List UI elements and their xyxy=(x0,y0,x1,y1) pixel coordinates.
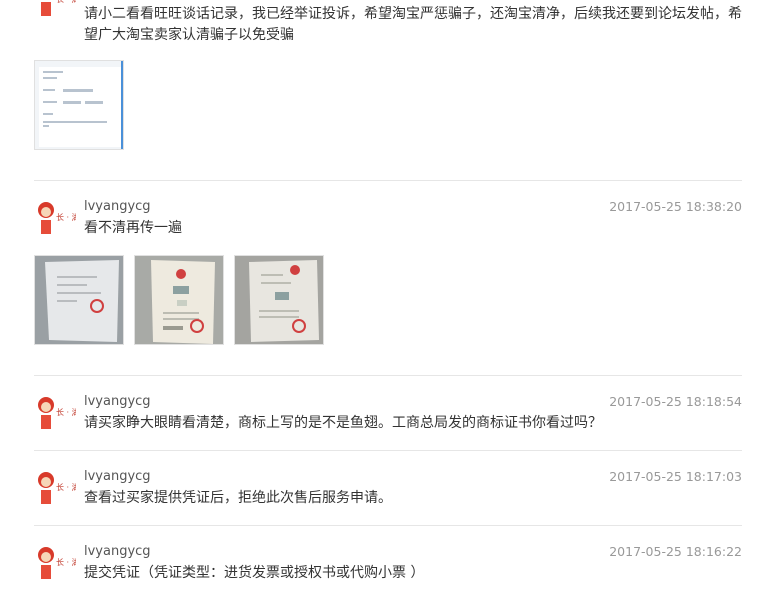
timestamp: 2017-05-25 18:18:54 xyxy=(609,394,742,409)
svg-text:长 · 湖: 长 · 湖 xyxy=(56,482,76,492)
divider xyxy=(34,180,742,181)
message-text: 提交凭证（凭证类型：进货发票或授权书或代购小票 ） xyxy=(84,565,425,581)
history-entry: 长 · 湖 lvyangycg 2017-05-25 18:38:20 看不清再… xyxy=(34,196,742,356)
divider xyxy=(34,375,742,376)
merchant-mascot-avatar-icon[interactable]: 长 · 湖 xyxy=(34,196,76,238)
timestamp: 2017-05-25 18:16:22 xyxy=(609,544,742,559)
username: lvyangycg xyxy=(84,469,151,484)
divider xyxy=(34,450,742,451)
message-text: 查看过买家提供凭证后，拒绝此次售后服务申请。 xyxy=(84,490,392,506)
divider xyxy=(34,525,742,526)
merchant-mascot-avatar-icon[interactable]: 长 · 湖 xyxy=(34,466,76,508)
message-text: 请小二看看旺旺谈话记录，我已经举证投诉，希望淘宝严惩骗子，还淘宝清净，后续我还要… xyxy=(84,6,742,43)
svg-text:长 · 湖: 长 · 湖 xyxy=(56,0,76,4)
message-text: 请买家睁大眼睛看清楚，商标上写的是不是鱼翅。工商总局发的商标证书你看过吗？ xyxy=(84,415,602,431)
history-entry: 长 · 湖 lvyangycg 2017-05-25 18:17:03 查看过买… xyxy=(34,466,742,526)
svg-text:长 · 湖: 长 · 湖 xyxy=(56,212,76,222)
merchant-mascot-avatar-icon[interactable]: 长 · 湖 xyxy=(34,541,76,583)
username: lvyangycg xyxy=(84,544,151,559)
svg-text:长 · 湖: 长 · 湖 xyxy=(56,407,76,417)
svg-text:长 · 湖: 长 · 湖 xyxy=(56,557,76,567)
entry-top: 长 · 湖 请小二看看旺旺谈话记录，我已经举证投诉，希望淘宝严惩骗子，还淘宝清净… xyxy=(34,0,742,160)
attachment-thumbnail[interactable] xyxy=(134,255,224,345)
history-entry: 长 · 湖 lvyangycg 2017-05-25 18:16:22 提交凭证… xyxy=(34,541,742,595)
attachment-thumbnail[interactable] xyxy=(34,255,124,345)
merchant-mascot-avatar-icon[interactable]: 长 · 湖 xyxy=(34,391,76,433)
username: lvyangycg xyxy=(84,394,151,409)
history-entry: 长 · 湖 lvyangycg 2017-05-25 18:18:54 请买家睁… xyxy=(34,391,742,451)
message-text: 看不清再传一遍 xyxy=(84,220,182,236)
attachment-thumbnail[interactable] xyxy=(34,60,124,150)
username: lvyangycg xyxy=(84,199,151,214)
timestamp: 2017-05-25 18:38:20 xyxy=(609,199,742,214)
attachment-thumbnail[interactable] xyxy=(234,255,324,345)
merchant-mascot-avatar-icon[interactable]: 长 · 湖 xyxy=(34,0,76,20)
timestamp: 2017-05-25 18:17:03 xyxy=(609,469,742,484)
